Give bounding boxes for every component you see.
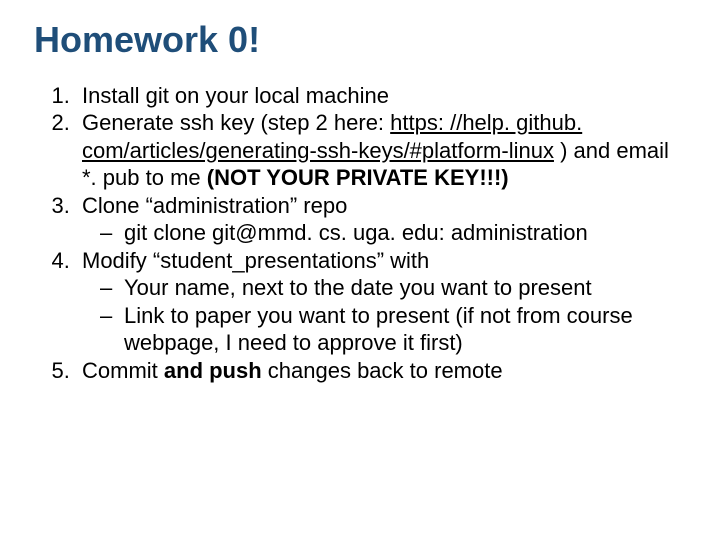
item-text: changes back to remote <box>262 358 503 383</box>
warning-text: (NOT YOUR PRIVATE KEY!!!) <box>207 165 509 190</box>
bold-text: and push <box>164 358 262 383</box>
page-title: Homework 0! <box>34 20 686 60</box>
sublist: Your name, next to the date you want to … <box>82 274 686 357</box>
item-text: Commit <box>82 358 164 383</box>
item-text: Generate ssh key (step 2 here: <box>82 110 390 135</box>
list-item: Generate ssh key (step 2 here: https: //… <box>76 109 686 192</box>
item-text: Clone “administration” repo <box>82 193 347 218</box>
list-item: Install git on your local machine <box>76 82 686 110</box>
homework-list: Install git on your local machine Genera… <box>34 82 686 385</box>
sublist-item: git clone git@mmd. cs. uga. edu: adminis… <box>100 219 686 247</box>
sublist-item: Your name, next to the date you want to … <box>100 274 686 302</box>
list-item: Modify “student_presentations” with Your… <box>76 247 686 357</box>
sublist-item: Link to paper you want to present (if no… <box>100 302 686 357</box>
slide: Homework 0! Install git on your local ma… <box>0 0 720 404</box>
sublist: git clone git@mmd. cs. uga. edu: adminis… <box>82 219 686 247</box>
list-item: Clone “administration” repo git clone gi… <box>76 192 686 247</box>
item-text: Modify “student_presentations” with <box>82 248 429 273</box>
list-item: Commit and push changes back to remote <box>76 357 686 385</box>
